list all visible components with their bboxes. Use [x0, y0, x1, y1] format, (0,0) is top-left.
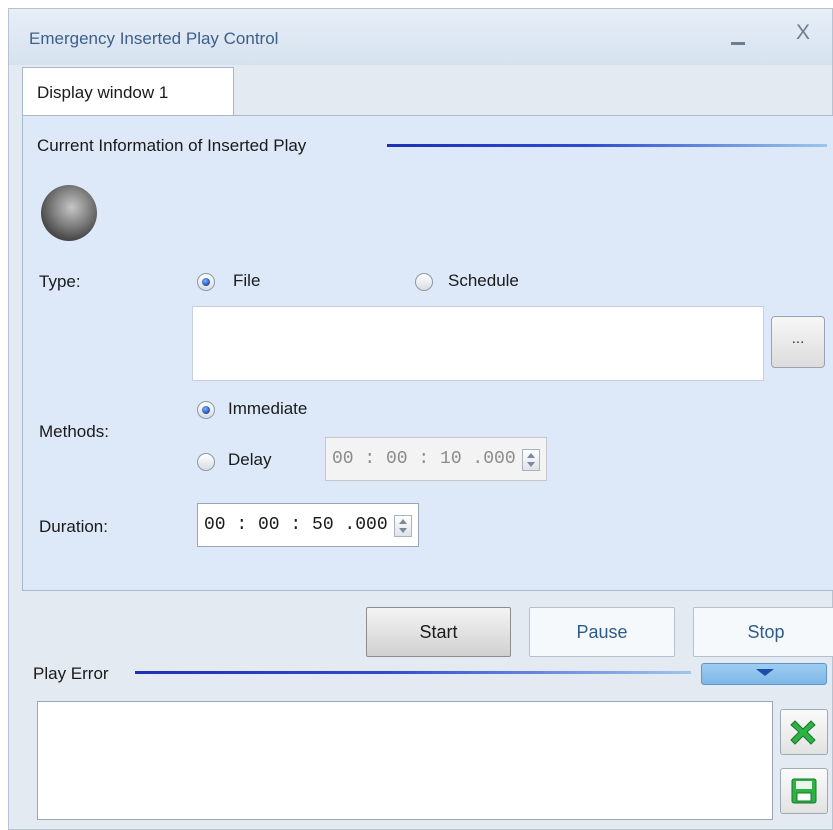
- play-error-divider: [135, 671, 691, 674]
- delay-spinner-icon[interactable]: [522, 449, 540, 471]
- file-path-input[interactable]: [192, 306, 764, 381]
- minimize-button[interactable]: [727, 23, 751, 47]
- chevron-down-icon: [756, 669, 774, 676]
- play-error-log[interactable]: [37, 701, 773, 820]
- method-delay-label[interactable]: Delay: [228, 450, 271, 470]
- clear-x-icon: [790, 720, 816, 745]
- start-button[interactable]: Start: [366, 607, 511, 657]
- method-immediate-radio[interactable]: [197, 401, 215, 419]
- type-file-radio[interactable]: [197, 273, 215, 291]
- title-bar[interactable]: Emergency Inserted Play Control X: [9, 9, 832, 65]
- duration-label: Duration:: [39, 517, 108, 536]
- type-schedule-radio[interactable]: [415, 273, 433, 291]
- collapse-button[interactable]: [701, 663, 827, 685]
- save-disk-icon: [791, 778, 817, 804]
- current-info-divider: [387, 144, 827, 147]
- duration-spinner-icon[interactable]: [394, 515, 412, 537]
- emergency-play-window: Emergency Inserted Play Control X Displa…: [8, 8, 833, 830]
- window-title: Emergency Inserted Play Control: [29, 29, 279, 48]
- duration-time-value: 00 : 00 : 50 .000: [204, 515, 388, 535]
- browse-button[interactable]: ...: [771, 316, 825, 368]
- stop-button[interactable]: Stop: [693, 607, 833, 657]
- tab-display-window-1[interactable]: Display window 1: [22, 67, 234, 116]
- play-error-title: Play Error: [33, 664, 109, 683]
- type-schedule-label[interactable]: Schedule: [448, 271, 519, 291]
- duration-time-field[interactable]: 00 : 00 : 50 .000: [197, 503, 419, 547]
- close-icon: X: [795, 21, 810, 44]
- save-button[interactable]: [780, 768, 828, 814]
- minimize-icon: [731, 42, 745, 45]
- close-button[interactable]: X: [791, 21, 815, 45]
- clear-button[interactable]: [780, 709, 828, 755]
- pause-button[interactable]: Pause: [529, 607, 675, 657]
- method-delay-radio[interactable]: [197, 453, 215, 471]
- current-info-title: Current Information of Inserted Play: [37, 136, 307, 155]
- method-immediate-label[interactable]: Immediate: [228, 399, 307, 419]
- delay-time-value: 00 : 00 : 10 .000: [332, 449, 516, 469]
- status-indicator-icon: [41, 185, 97, 241]
- methods-label: Methods:: [39, 422, 109, 441]
- type-label: Type:: [39, 272, 81, 291]
- type-file-label[interactable]: File: [233, 271, 260, 291]
- delay-time-field[interactable]: 00 : 00 : 10 .000: [325, 437, 547, 481]
